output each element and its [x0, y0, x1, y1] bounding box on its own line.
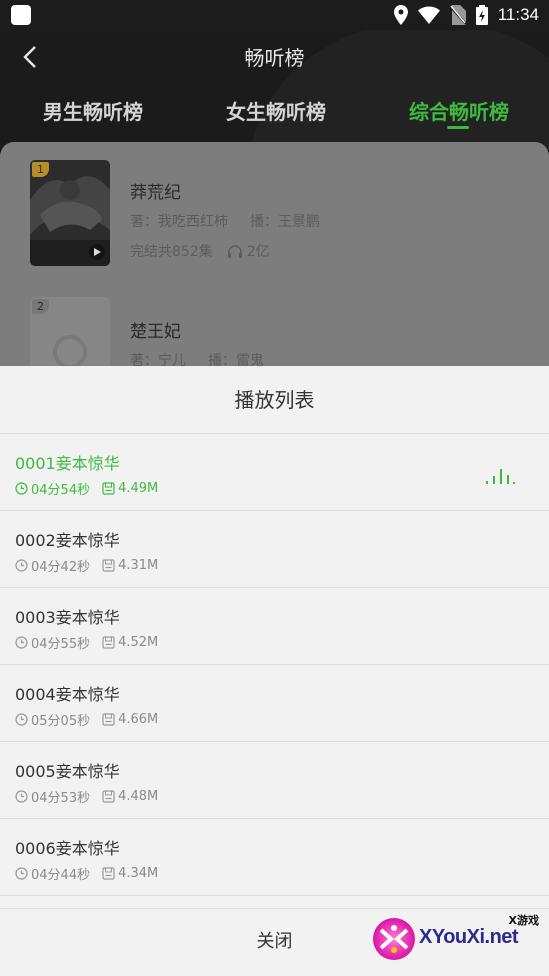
- ranking-list: 1 莽荒纪 著：我吃西红柿 播：王景鹏 完结共852集 2亿 2 楚王妃 著：宁…: [0, 142, 549, 382]
- episode-name: 0001妾本惊华: [15, 454, 120, 473]
- episode-meta: 04分44秒 4.34M: [15, 864, 158, 883]
- clock-icon: [15, 713, 28, 726]
- episode-size: 4.34M: [118, 866, 159, 881]
- episode-duration: 04分54秒: [31, 483, 91, 498]
- headphones-icon: [227, 245, 242, 258]
- clock: 11:34: [497, 5, 539, 24]
- playlist-sheet: 播放列表 0001妾本惊华 04分54秒 4.49M 0002妾本惊华 04分42秒 4.…: [0, 366, 549, 976]
- book-title: 楚王妃: [130, 322, 181, 342]
- playlist-title: 播放列表: [0, 366, 549, 434]
- episode-size: 4.31M: [118, 558, 159, 573]
- episode-duration: 04分55秒: [31, 637, 91, 652]
- episode-duration: 04分42秒: [31, 560, 91, 575]
- rank-badge: 1: [32, 162, 49, 177]
- file-size-icon: [102, 867, 115, 880]
- clock-icon: [15, 867, 28, 880]
- clock-icon: [15, 482, 28, 495]
- watermark-brand: XYouXi.net: [419, 926, 519, 948]
- rank-badge: 2: [32, 299, 49, 314]
- watermark: XYouXi.net X游戏: [371, 914, 543, 962]
- episode-meta: 04分53秒 4.48M: [15, 787, 158, 806]
- file-size-icon: [102, 790, 115, 803]
- tab-overall[interactable]: 综合畅听榜: [409, 96, 509, 125]
- episode-size: 4.49M: [118, 481, 159, 496]
- episode-size: 4.66M: [118, 712, 159, 727]
- location-icon: [393, 5, 408, 25]
- book-info: 莽荒纪 著：我吃西红柿 播：王景鹏 完结共852集 2亿: [130, 178, 320, 261]
- episode-meta: 04分54秒 4.49M: [15, 479, 158, 498]
- book-stats: 完结共852集 2亿: [130, 241, 320, 261]
- episode-duration: 05分05秒: [31, 714, 91, 729]
- watermark-small: X游戏: [508, 914, 539, 927]
- book-plays: 2亿: [246, 244, 270, 260]
- playlist-item[interactable]: 0006妾本惊华 04分44秒 4.34M: [0, 819, 549, 896]
- playlist-item[interactable]: 0005妾本惊华 04分53秒 4.48M: [0, 742, 549, 819]
- clock-icon: [15, 636, 28, 649]
- clock-icon: [15, 559, 28, 572]
- book-credits: 著：我吃西红柿 播：王景鹏: [130, 211, 320, 231]
- now-playing-icon: [486, 469, 515, 484]
- episode-duration: 04分53秒: [31, 791, 91, 806]
- episode-name: 0006妾本惊华: [15, 839, 120, 858]
- episode-meta: 04分42秒 4.31M: [15, 556, 158, 575]
- wifi-icon: [417, 6, 440, 24]
- playlist-item[interactable]: 0003妾本惊华 04分55秒 4.52M: [0, 588, 549, 665]
- episode-name: 0004妾本惊华: [15, 685, 120, 704]
- clock-icon: [15, 790, 28, 803]
- playlist-list: 0001妾本惊华 04分54秒 4.49M 0002妾本惊华 04分42秒 4.31M 00…: [0, 434, 549, 896]
- book-title: 莽荒纪: [130, 183, 181, 203]
- episode-duration: 04分44秒: [31, 868, 91, 883]
- book-cover: 1: [30, 160, 110, 266]
- episode-size: 4.52M: [118, 635, 159, 650]
- tab-female[interactable]: 女生畅听榜: [226, 96, 326, 125]
- episode-name: 0003妾本惊华: [15, 608, 120, 627]
- page-title: 畅听榜: [244, 46, 305, 70]
- tab-male[interactable]: 男生畅听榜: [43, 96, 143, 125]
- book-status: 完结共852集: [130, 244, 213, 260]
- active-tab-indicator: [447, 126, 469, 129]
- no-sim-icon: [449, 5, 466, 25]
- file-size-icon: [102, 559, 115, 572]
- header: 畅听榜 男生畅听榜 女生畅听榜 综合畅听榜: [0, 30, 549, 150]
- app-notification-icon: [11, 5, 31, 25]
- playlist-item[interactable]: 0004妾本惊华 05分05秒 4.66M: [0, 665, 549, 742]
- book-narrator: 播：王景鹏: [250, 214, 320, 230]
- book-author: 著：我吃西红柿: [130, 214, 228, 230]
- gamepad-logo-icon: [373, 918, 415, 960]
- status-bar: 11:34: [0, 0, 549, 30]
- file-size-icon: [102, 482, 115, 495]
- book-info: 楚王妃 著：宁儿 播：雷鬼: [130, 317, 264, 370]
- episode-size: 4.48M: [118, 789, 159, 804]
- battery-charging-icon: [475, 5, 488, 25]
- file-size-icon: [102, 636, 115, 649]
- file-size-icon: [102, 713, 115, 726]
- playlist-item[interactable]: 0002妾本惊华 04分42秒 4.31M: [0, 511, 549, 588]
- episode-meta: 05分05秒 4.66M: [15, 710, 158, 729]
- episode-name: 0005妾本惊华: [15, 762, 120, 781]
- episode-meta: 04分55秒 4.52M: [15, 633, 158, 652]
- ranking-tabs: 男生畅听榜 女生畅听榜 综合畅听榜: [0, 96, 549, 136]
- episode-name: 0002妾本惊华: [15, 531, 120, 550]
- status-icons: 11:34: [393, 4, 539, 26]
- playlist-item[interactable]: 0001妾本惊华 04分54秒 4.49M: [0, 434, 549, 511]
